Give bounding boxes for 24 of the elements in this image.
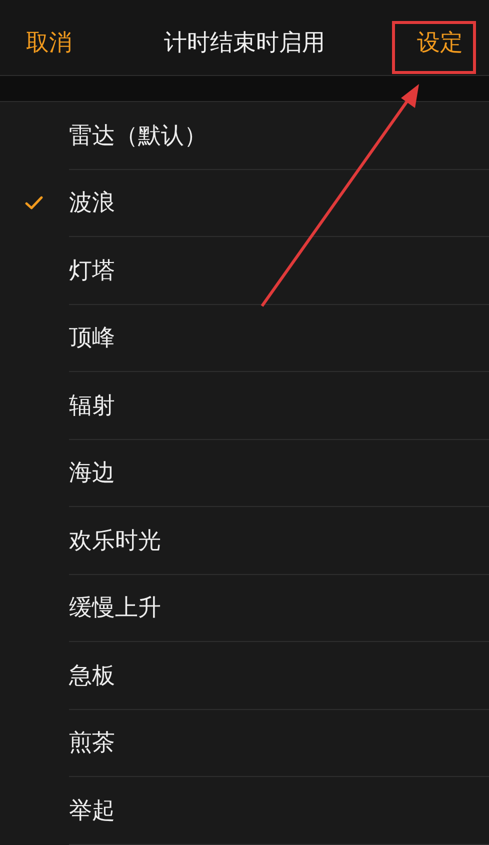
sound-option[interactable]: 雷达（默认）: [0, 102, 489, 168]
sound-option[interactable]: 波浪: [0, 170, 489, 236]
option-label: 举起: [69, 796, 115, 826]
cancel-button[interactable]: 取消: [26, 27, 72, 58]
option-label: 雷达（默认）: [69, 122, 207, 151]
sound-option[interactable]: 欢乐时光: [0, 507, 489, 574]
option-label: 顶峰: [69, 324, 115, 354]
option-label: 灯塔: [69, 256, 115, 286]
sound-option[interactable]: 举起: [0, 777, 489, 844]
sound-option[interactable]: 急板: [0, 642, 489, 708]
sound-option[interactable]: 灯塔: [0, 237, 489, 304]
option-label: 急板: [69, 662, 115, 691]
sound-option[interactable]: 缓慢上升: [0, 574, 489, 641]
sound-option[interactable]: 辐射: [0, 372, 489, 438]
option-label: 欢乐时光: [69, 526, 161, 556]
option-label: 缓慢上升: [69, 594, 161, 624]
sound-option[interactable]: 海边: [0, 440, 489, 506]
sound-option[interactable]: 煎茶: [0, 710, 489, 776]
option-label: 辐射: [69, 392, 115, 421]
option-label: 波浪: [69, 189, 115, 218]
sound-option[interactable]: 顶峰: [0, 304, 489, 371]
option-label: 海边: [69, 459, 115, 488]
option-label: 煎茶: [69, 729, 115, 758]
page-title: 计时结束时启用: [164, 29, 325, 58]
